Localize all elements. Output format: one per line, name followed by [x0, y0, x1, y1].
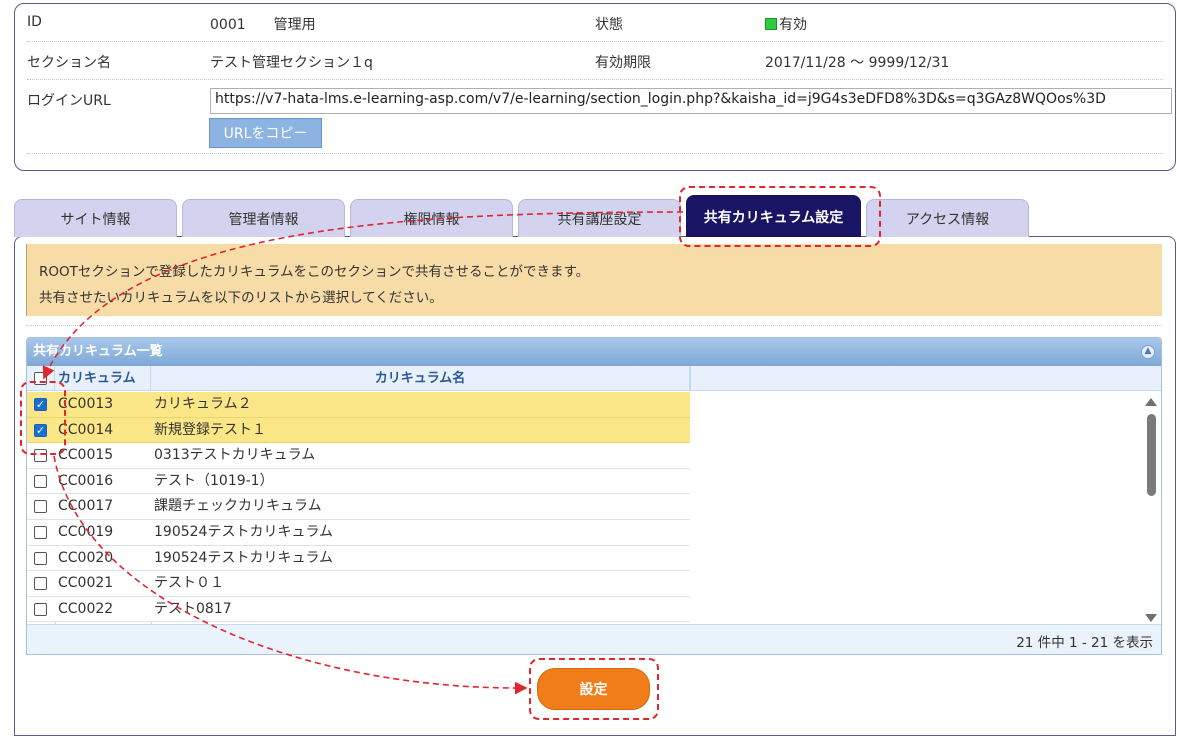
curriculum-code: CC0013: [58, 396, 114, 412]
row-checkbox[interactable]: [34, 526, 47, 539]
col-header-name[interactable]: カリキュラム名: [151, 366, 690, 391]
curriculum-name: テスト０１: [154, 575, 224, 592]
highlight-box-submit: [529, 658, 659, 720]
table-row[interactable]: CC0022 テスト0817: [27, 596, 690, 623]
grid-scrollbar[interactable]: [1144, 392, 1158, 626]
status-active-icon: [765, 18, 777, 30]
tab-site-info[interactable]: サイト情報: [14, 199, 177, 237]
notice-box: ROOTセクションで登録したカリキュラムをこのセクションで共有させることができま…: [26, 244, 1162, 316]
grid-caption: 共有カリキュラム一覧 ▲: [27, 338, 1161, 366]
copy-url-button[interactable]: URLをコピー: [209, 118, 322, 148]
curriculum-name: 190524テストカリキュラム: [154, 549, 334, 566]
info-row-login-url: ログインURL https://v7-hata-lms.e-learning-a…: [27, 80, 1172, 154]
curriculum-grid: 共有カリキュラム一覧 ▲ カリキュラム カリキュラム名 ✓ CC0013 カリキ…: [26, 337, 1162, 655]
highlight-box-checkboxes: [20, 381, 66, 455]
login-url-field[interactable]: https://v7-hata-lms.e-learning-asp.com/v…: [210, 88, 1172, 114]
section-info-panel: ID 0001 管理用 状態 有効 セクション名 テスト管理セクション１q 有効…: [14, 3, 1176, 171]
status-value: 有効: [779, 17, 807, 33]
tab-permission-info[interactable]: 権限情報: [350, 199, 513, 237]
expiry-value: 2017/11/28 ～ 9999/12/31: [765, 55, 950, 71]
info-row-id: ID 0001 管理用 状態 有効: [27, 4, 1163, 42]
curriculum-name: カリキュラム２: [154, 396, 252, 412]
section-name-value: テスト管理セクション１q: [210, 55, 373, 71]
grid-title: 共有カリキュラム一覧: [33, 344, 163, 359]
login-url-label: ログインURL: [27, 93, 111, 109]
status-label: 状態: [595, 17, 623, 33]
tab-shared-course-settings[interactable]: 共有講座設定: [518, 199, 681, 237]
table-row[interactable]: CC0016 テスト（1019-1）: [27, 468, 690, 495]
curriculum-code: CC0021: [58, 575, 114, 592]
scroll-down-icon[interactable]: [1145, 614, 1157, 622]
curriculum-code: CC0020: [58, 549, 114, 566]
table-row[interactable]: CC0019 190524テストカリキュラム: [27, 520, 690, 546]
grid-footer: 21 件中 1 - 21 を表示: [27, 624, 1161, 654]
curriculum-name: 新規登録テスト１: [154, 421, 266, 438]
curriculum-code: CC0019: [58, 524, 114, 540]
pagination-text: 21 件中 1 - 21 を表示: [1016, 635, 1153, 651]
collapse-icon[interactable]: ▲: [1141, 345, 1155, 359]
table-row[interactable]: ✓ CC0013 カリキュラム２: [27, 392, 690, 418]
id-label: ID: [27, 14, 42, 30]
row-checkbox[interactable]: [34, 474, 47, 488]
curriculum-code: CC0014: [58, 421, 114, 438]
table-row[interactable]: CC0015 0313テストカリキュラム: [27, 443, 690, 469]
scroll-up-icon[interactable]: [1145, 398, 1157, 406]
table-row[interactable]: CC0021 テスト０１: [27, 571, 690, 597]
curriculum-code: CC0016: [58, 472, 114, 489]
notice-line-2: 共有させたいカリキュラムを以下のリストから選択してください。: [39, 290, 443, 306]
col-header-code[interactable]: カリキュラム: [55, 366, 151, 391]
curriculum-name: 190524テストカリキュラム: [154, 524, 334, 540]
id-value: 0001 管理用: [210, 17, 316, 33]
row-checkbox[interactable]: [34, 577, 47, 591]
curriculum-code: CC0017: [58, 498, 114, 515]
curriculum-name: 課題チェックカリキュラム: [154, 498, 322, 515]
divider: [26, 325, 1162, 326]
tab-admin-info[interactable]: 管理者情報: [182, 199, 345, 237]
curriculum-name: 0313テストカリキュラム: [154, 447, 316, 464]
grid-header: カリキュラム カリキュラム名: [27, 366, 690, 391]
status-value-wrap: 有効: [765, 14, 807, 34]
scroll-thumb[interactable]: [1147, 414, 1156, 496]
curriculum-code: CC0022: [58, 600, 114, 617]
grid-body: ✓ CC0013 カリキュラム２ ✓ CC0014 新規登録テスト１ CC001…: [27, 392, 690, 626]
header-filler: [690, 366, 1161, 391]
table-row[interactable]: ✓ CC0014 新規登録テスト１: [27, 417, 690, 444]
table-row[interactable]: CC0017 課題チェックカリキュラム: [27, 494, 690, 520]
info-row-section: セクション名 テスト管理セクション１q 有効期限 2017/11/28 ～ 99…: [27, 42, 1163, 80]
tab-access-info[interactable]: アクセス情報: [866, 199, 1029, 237]
row-checkbox[interactable]: [34, 602, 47, 616]
table-row[interactable]: CC0020 190524テストカリキュラム: [27, 545, 690, 572]
section-name-label: セクション名: [27, 55, 111, 71]
tab-shared-curriculum-settings[interactable]: 共有カリキュラム設定: [686, 195, 861, 237]
notice-line-1: ROOTセクションで登録したカリキュラムをこのセクションで共有させることができま…: [39, 264, 590, 280]
row-checkbox[interactable]: [34, 551, 47, 565]
curriculum-code: CC0015: [58, 447, 114, 464]
row-checkbox[interactable]: [34, 500, 47, 514]
expiry-label: 有効期限: [595, 55, 651, 71]
curriculum-name: テスト（1019-1）: [154, 472, 274, 489]
curriculum-name: テスト0817: [154, 600, 232, 617]
